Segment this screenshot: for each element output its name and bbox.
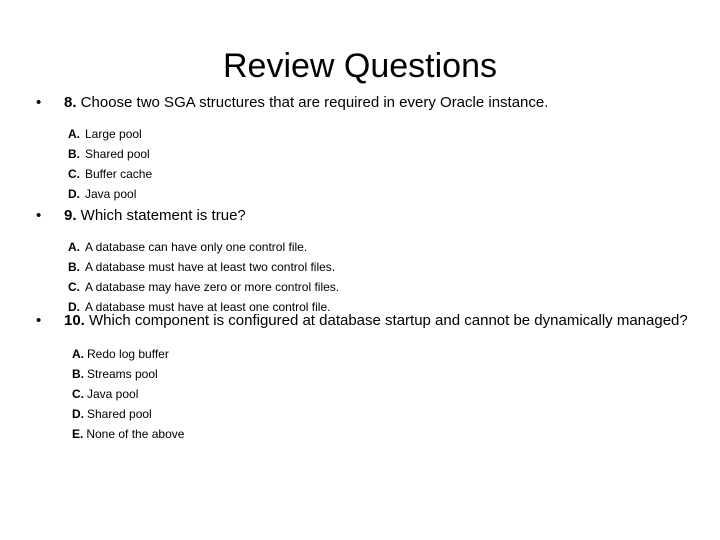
choice-letter: D. (72, 407, 84, 421)
choice-text: Shared pool (85, 147, 150, 161)
choice-list-10: A. Redo log buffer B. Streams pool C. Java … (0, 344, 720, 444)
choice-text: A database must have at least two contro… (85, 260, 336, 274)
choice-list-9: A. A database can have only one control f… (0, 237, 720, 317)
choice-text: Redo log buffer (87, 347, 169, 361)
question-block-10: • 10. Which component is configured at d… (0, 310, 720, 444)
list-item[interactable]: B. Streams pool (72, 364, 720, 384)
question-text: Which component is configured at databas… (84, 312, 688, 329)
choice-letter: C. (72, 387, 84, 401)
choice-text: Java pool (85, 187, 137, 201)
choice-letter: E. (72, 427, 84, 441)
question-number: 9. (64, 207, 77, 224)
choice-text: A database may have zero or more control… (85, 280, 340, 294)
list-item[interactable]: B. A database must have at least two cont… (68, 257, 720, 277)
choice-text: Large pool (85, 127, 142, 141)
bullet-icon: • (36, 312, 42, 329)
list-item[interactable]: A. A database can have only one control f… (68, 237, 720, 257)
bullet-icon: • (36, 207, 42, 224)
list-item[interactable]: C. Java pool (72, 384, 720, 404)
choice-letter: C. (68, 167, 80, 181)
choice-text: None of the above (86, 427, 185, 441)
choice-text: Streams pool (87, 367, 158, 381)
slide: Review Questions • 8. Choose two SGA str… (0, 0, 720, 540)
list-item[interactable]: D. Shared pool (72, 404, 720, 424)
question-block-8: • 8. Choose two SGA structures that are … (0, 92, 720, 204)
choice-text: Buffer cache (85, 167, 153, 181)
question-number: 10. (64, 312, 85, 329)
list-item[interactable]: C. A database may have zero or more contr… (68, 277, 720, 297)
question-9: • 9. Which statement is true? (0, 205, 720, 226)
question-8: • 8. Choose two SGA structures that are … (0, 92, 720, 113)
question-text: Which statement is true? (76, 207, 246, 224)
question-text: Choose two SGA structures that are requi… (76, 94, 549, 111)
page-title: Review Questions (222, 47, 497, 85)
question-number: 8. (64, 94, 77, 111)
bullet-icon: • (36, 94, 42, 111)
choice-letter: C. (68, 280, 80, 294)
choice-text: Java pool (87, 387, 139, 401)
list-item[interactable]: A. Redo log buffer (72, 344, 720, 364)
list-item[interactable]: E. None of the above (72, 424, 720, 444)
list-item[interactable]: D. Java pool (68, 184, 720, 204)
choice-letter: B. (68, 260, 80, 274)
question-10: • 10. Which component is configured at d… (0, 310, 720, 331)
choice-text: Shared pool (87, 407, 152, 421)
list-item[interactable]: C. Buffer cache (68, 164, 720, 184)
choice-letter: D. (68, 187, 80, 201)
question-block-9: • 9. Which statement is true? A. A databa… (0, 205, 720, 317)
choice-text: A database can have only one control fil… (85, 240, 308, 254)
list-item[interactable]: B. Shared pool (68, 144, 720, 164)
choice-letter: A. (68, 127, 80, 141)
choice-letter: B. (72, 367, 84, 381)
choice-letter: B. (68, 147, 80, 161)
choice-letter: A. (72, 347, 84, 361)
choice-letter: A. (68, 240, 80, 254)
choice-list-8: A. Large pool B. Shared pool C. Buffer cach… (0, 124, 720, 204)
list-item[interactable]: A. Large pool (68, 124, 720, 144)
